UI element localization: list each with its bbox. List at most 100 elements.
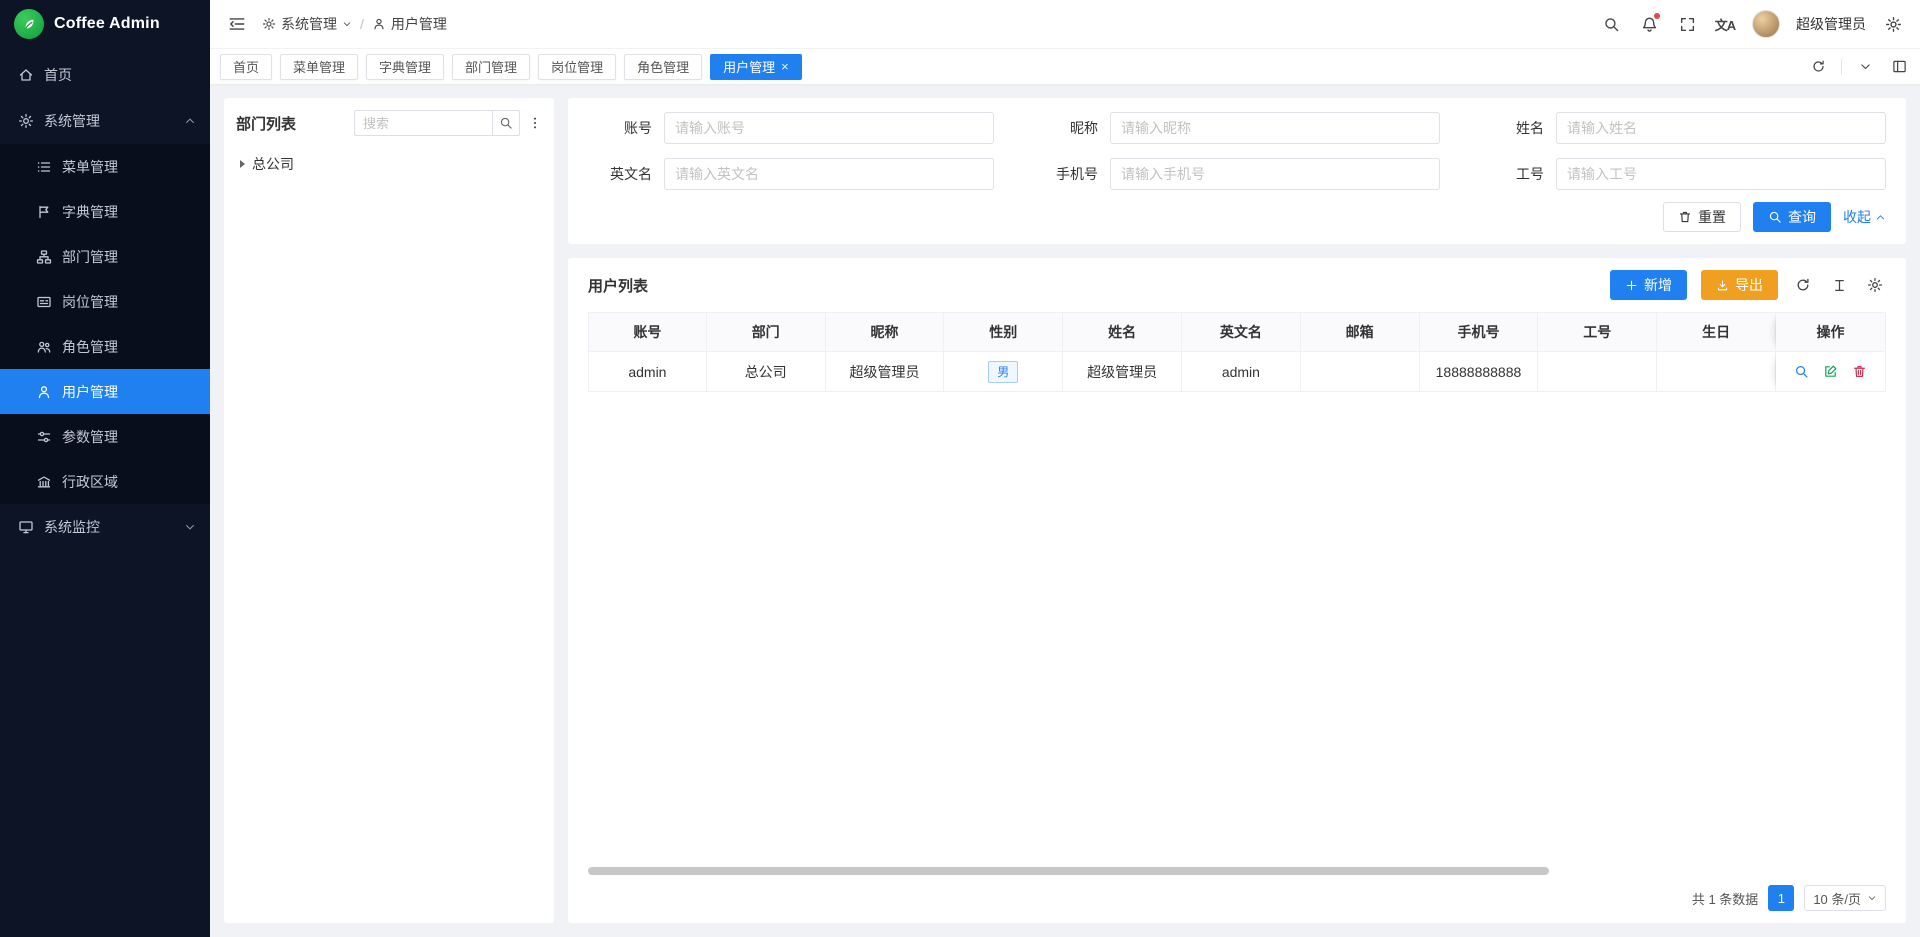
account-input[interactable] [664, 112, 994, 144]
sidebar-item-label: 部门管理 [62, 247, 118, 267]
department-search-button[interactable] [492, 110, 520, 136]
translate-icon[interactable]: 文A [1714, 13, 1736, 35]
cell-account: admin [588, 352, 707, 392]
table-settings-gear-icon[interactable] [1864, 274, 1886, 296]
sidebar-item-label: 字典管理 [62, 202, 118, 222]
top-header: 系统管理 / 用户管理 文 [210, 0, 1920, 48]
sidebar-item-param-management[interactable]: 参数管理 [0, 414, 210, 459]
sidebar-item-dept-management[interactable]: 部门管理 [0, 234, 210, 279]
collapse-sidebar-icon[interactable] [226, 13, 248, 35]
cell-nickname: 超级管理员 [826, 352, 945, 392]
tree-item-head-office[interactable]: 总公司 [238, 150, 540, 178]
nickname-input[interactable] [1110, 112, 1440, 144]
export-button[interactable]: 导出 [1701, 270, 1778, 300]
job-no-input[interactable] [1556, 158, 1886, 190]
kebab-menu-icon[interactable] [528, 115, 542, 131]
tab-bar: 首页 菜单管理 字典管理 部门管理 岗位管理 角色管理 用户管理 × [210, 48, 1920, 84]
cell-english-name: admin [1182, 352, 1301, 392]
edit-button[interactable] [1823, 364, 1838, 379]
reset-label: 重置 [1698, 207, 1726, 227]
breadcrumb: 系统管理 / 用户管理 [262, 14, 447, 34]
chevron-down-icon[interactable] [1854, 56, 1876, 78]
fullscreen-icon[interactable] [1676, 13, 1698, 35]
sidebar-item-post-management[interactable]: 岗位管理 [0, 279, 210, 324]
chevron-up-icon [1875, 212, 1886, 223]
sidebar-item-region-management[interactable]: 行政区域 [0, 459, 210, 504]
pagination: 共 1 条数据 1 10 条/页 [588, 875, 1886, 911]
nickname-field: 昵称 [1034, 112, 1440, 144]
tree-caret-icon[interactable] [240, 160, 245, 168]
table-header-row: 账号 部门 昵称 性别 姓名 英文名 邮箱 手机号 工号 生日 [588, 312, 1886, 352]
cell-phone: 18888888888 [1420, 352, 1539, 392]
search-icon[interactable] [1600, 13, 1622, 35]
breadcrumb-item-user[interactable]: 用户管理 [372, 14, 447, 34]
view-detail-button[interactable] [1794, 364, 1809, 379]
tab-label: 部门管理 [465, 57, 517, 76]
sidebar-item-dict-management[interactable]: 字典管理 [0, 189, 210, 234]
col-email: 邮箱 [1301, 312, 1420, 352]
reset-button[interactable]: 重置 [1663, 202, 1741, 232]
query-button[interactable]: 查询 [1753, 202, 1831, 232]
tab-post-management[interactable]: 岗位管理 [538, 54, 616, 80]
sidebar-item-menu-management[interactable]: 菜单管理 [0, 144, 210, 189]
page-size-select[interactable]: 10 条/页 [1804, 885, 1886, 911]
tab-user-management[interactable]: 用户管理 × [710, 54, 802, 80]
department-search-input[interactable] [354, 110, 492, 136]
user-list-title: 用户列表 [588, 275, 648, 296]
trash-icon [1678, 210, 1692, 224]
settings-gear-icon[interactable] [1882, 13, 1904, 35]
tab-dict-management[interactable]: 字典管理 [366, 54, 444, 80]
tab-dept-management[interactable]: 部门管理 [452, 54, 530, 80]
breadcrumb-item-system[interactable]: 系统管理 [262, 14, 352, 34]
phone-input[interactable] [1110, 158, 1440, 190]
collapse-form-link[interactable]: 收起 [1843, 207, 1886, 227]
chevron-down-icon [342, 19, 352, 29]
department-search [354, 110, 520, 136]
org-tree-icon [36, 249, 52, 265]
right-column: 账号 昵称 姓名 英文名 [568, 98, 1906, 923]
name-input[interactable] [1556, 112, 1886, 144]
add-user-button[interactable]: 新增 [1610, 270, 1687, 300]
tab-label: 用户管理 [723, 57, 775, 76]
notification-bell-icon[interactable] [1638, 13, 1660, 35]
sidebar-item-monitor[interactable]: 系统监控 [0, 504, 210, 550]
sidebar-item-user-management[interactable]: 用户管理 [0, 369, 210, 414]
department-panel: 部门列表 总公司 [224, 98, 554, 923]
add-label: 新增 [1644, 275, 1672, 295]
app-title: Coffee Admin [54, 15, 160, 33]
delete-button[interactable] [1852, 364, 1867, 379]
col-phone: 手机号 [1420, 312, 1539, 352]
sidebar-item-label: 岗位管理 [62, 292, 118, 312]
download-icon [1716, 279, 1729, 292]
chevron-up-icon [184, 115, 196, 127]
close-icon[interactable]: × [781, 60, 789, 73]
sidebar-item-role-management[interactable]: 角色管理 [0, 324, 210, 369]
tab-home[interactable]: 首页 [220, 54, 272, 80]
layout-panel-icon[interactable] [1888, 56, 1910, 78]
app-logo[interactable]: Coffee Admin [0, 0, 210, 48]
account-field: 账号 [588, 112, 994, 144]
content-area: 部门列表 总公司 [210, 84, 1920, 937]
pagination-page-1[interactable]: 1 [1768, 885, 1794, 911]
phone-label: 手机号 [1034, 164, 1098, 184]
refresh-icon[interactable] [1807, 56, 1829, 78]
tab-menu-management[interactable]: 菜单管理 [280, 54, 358, 80]
sidebar-item-home[interactable]: 首页 [0, 52, 210, 98]
coffee-logo-icon [14, 9, 44, 39]
monitor-icon [18, 519, 34, 535]
refresh-icon[interactable] [1792, 274, 1814, 296]
id-card-icon [36, 294, 52, 310]
tab-role-management[interactable]: 角色管理 [624, 54, 702, 80]
home-icon [18, 67, 34, 83]
app-root: Coffee Admin 首页 系统管理 菜单管理 字典管理 [0, 0, 1920, 937]
horizontal-scrollbar-thumb[interactable] [588, 867, 1549, 875]
english-name-input[interactable] [664, 158, 994, 190]
sidebar-item-system[interactable]: 系统管理 [0, 98, 210, 144]
avatar[interactable] [1752, 10, 1780, 38]
current-user-name[interactable]: 超级管理员 [1796, 14, 1866, 34]
col-gender: 性别 [944, 312, 1063, 352]
table-row[interactable]: admin 总公司 超级管理员 男 超级管理员 admin 1888888888… [588, 352, 1886, 392]
sidebar-item-label: 菜单管理 [62, 157, 118, 177]
row-height-icon[interactable] [1828, 274, 1850, 296]
col-english-name: 英文名 [1182, 312, 1301, 352]
